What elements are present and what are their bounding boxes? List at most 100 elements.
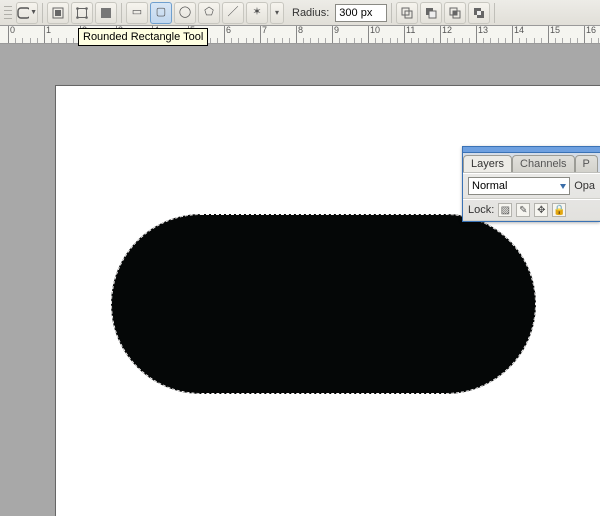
ruler-tick-minor [217, 38, 218, 43]
ruler-tick-minor [303, 38, 304, 43]
ruler-tick-minor [469, 38, 470, 43]
separator [494, 3, 495, 23]
ruler-tick-minor [238, 38, 239, 43]
ruler-tick-minor [382, 38, 383, 43]
polygon-icon: ⬠ [204, 7, 214, 18]
combine-mode-group [396, 2, 490, 24]
tab-layers[interactable]: Layers [463, 155, 512, 172]
ruler-tick-minor [282, 38, 283, 43]
shape-selection[interactable] [111, 214, 536, 394]
lock-all-icon[interactable]: 🔒 [552, 203, 566, 217]
combine-subtract[interactable] [420, 2, 442, 24]
ruler-tick-minor [231, 38, 232, 43]
subtract-icon [425, 7, 437, 19]
panel-tabs: Layers Channels P [463, 153, 600, 173]
ruler-tick-label: 13 [478, 26, 488, 35]
ruler-tick-minor [390, 38, 391, 43]
shape-options-dropdown[interactable]: ▾ [270, 2, 284, 24]
ruler-tick-label: 15 [550, 26, 560, 35]
ruler-tick-major: 9 [332, 26, 333, 43]
blend-row: Normal Opa [463, 173, 600, 199]
ruler-tick-major: 7 [260, 26, 261, 43]
grip-handle[interactable] [4, 3, 12, 23]
ruler-tick-minor [246, 38, 247, 43]
mode-paths[interactable] [71, 2, 93, 24]
ruler-tick-label: 16 [586, 26, 596, 35]
paths-icon [76, 7, 88, 19]
ruler-tick-major: 11 [404, 26, 405, 43]
blend-mode-select[interactable]: Normal [468, 177, 570, 195]
shape-line[interactable]: ／ [222, 2, 244, 24]
ruler-tick-minor [73, 38, 74, 43]
rounded-rectangle-icon: ▢ [156, 7, 166, 18]
ruler-tick-minor [51, 38, 52, 43]
shape-ellipse[interactable]: ◯ [174, 2, 196, 24]
custom-shape-icon: ✶ [252, 7, 261, 18]
ruler-tick-label: 9 [334, 26, 339, 35]
ruler-tick-label: 1 [46, 26, 51, 35]
lock-brush-icon[interactable]: ✎ [516, 203, 530, 217]
layers-panel[interactable]: Layers Channels P Normal Opa Lock: ▨ ✎ ✥… [462, 146, 600, 222]
combine-exclude[interactable] [468, 2, 490, 24]
ruler-tick-minor [274, 38, 275, 43]
ruler-tick-major: 8 [296, 26, 297, 43]
combine-add[interactable] [396, 2, 418, 24]
ruler-tick-major: 15 [548, 26, 549, 43]
line-icon: ／ [228, 7, 239, 18]
ruler-tick-minor [562, 38, 563, 43]
ruler-tick-minor [339, 38, 340, 43]
shape-custom[interactable]: ✶ [246, 2, 268, 24]
ruler-tick-minor [591, 38, 592, 43]
ruler-tick-minor [267, 38, 268, 43]
shape-rectangle[interactable]: ▭ [126, 2, 148, 24]
ruler-tick-minor [426, 38, 427, 43]
ruler-tick-minor [397, 38, 398, 43]
radius-label: Radius: [292, 7, 329, 19]
rounded-rectangle-icon [17, 7, 29, 19]
tab-channels[interactable]: Channels [512, 155, 574, 172]
ruler-tick-major: 14 [512, 26, 513, 43]
ruler-tick-minor [346, 38, 347, 43]
shape-layers-icon [52, 7, 64, 19]
mode-fill-pixels[interactable] [95, 2, 117, 24]
ruler-tick-minor [310, 38, 311, 43]
ruler-tick-minor [37, 38, 38, 43]
ruler-tick-minor [555, 38, 556, 43]
ruler-tick-minor [454, 38, 455, 43]
ruler-tick-major: 13 [476, 26, 477, 43]
current-tool-icon[interactable]: ▼ [16, 2, 38, 24]
separator [42, 3, 43, 23]
combine-intersect[interactable] [444, 2, 466, 24]
ruler-tick-label: 7 [262, 26, 267, 35]
ruler-tick-minor [541, 38, 542, 43]
shape-rounded-rectangle[interactable]: ▢ [150, 2, 172, 24]
ruler-tick-minor [361, 38, 362, 43]
ruler-tick-minor [253, 38, 254, 43]
lock-label: Lock: [468, 204, 494, 216]
ruler-tick-minor [375, 38, 376, 43]
lock-position-icon[interactable]: ✥ [534, 203, 548, 217]
ruler-tick-minor [325, 38, 326, 43]
ruler-tick-minor [30, 38, 31, 43]
exclude-icon [473, 7, 485, 19]
ruler-tick-minor [289, 38, 290, 43]
tooltip: Rounded Rectangle Tool [78, 28, 208, 46]
shape-tool-group: ▭ ▢ ◯ ⬠ ／ ✶ ▾ [126, 2, 284, 24]
tab-paths[interactable]: P [575, 155, 598, 172]
mode-shape-layers[interactable] [47, 2, 69, 24]
ruler-tick-minor [433, 38, 434, 43]
lock-pixels-icon[interactable]: ▨ [498, 203, 512, 217]
ruler-tick-minor [534, 38, 535, 43]
ruler-tick-minor [570, 38, 571, 43]
radius-input[interactable] [335, 4, 387, 22]
shape-polygon[interactable]: ⬠ [198, 2, 220, 24]
ruler-tick-minor [22, 38, 23, 43]
ruler-tick-major: 6 [224, 26, 225, 43]
ruler-tick-label: 6 [226, 26, 231, 35]
ruler-tick-major: 10 [368, 26, 369, 43]
ruler-tick-label: 8 [298, 26, 303, 35]
ruler-tick-minor [354, 38, 355, 43]
ruler-tick-minor [210, 38, 211, 43]
rectangle-icon: ▭ [132, 7, 142, 18]
ruler-tick-major: 16 [584, 26, 585, 43]
